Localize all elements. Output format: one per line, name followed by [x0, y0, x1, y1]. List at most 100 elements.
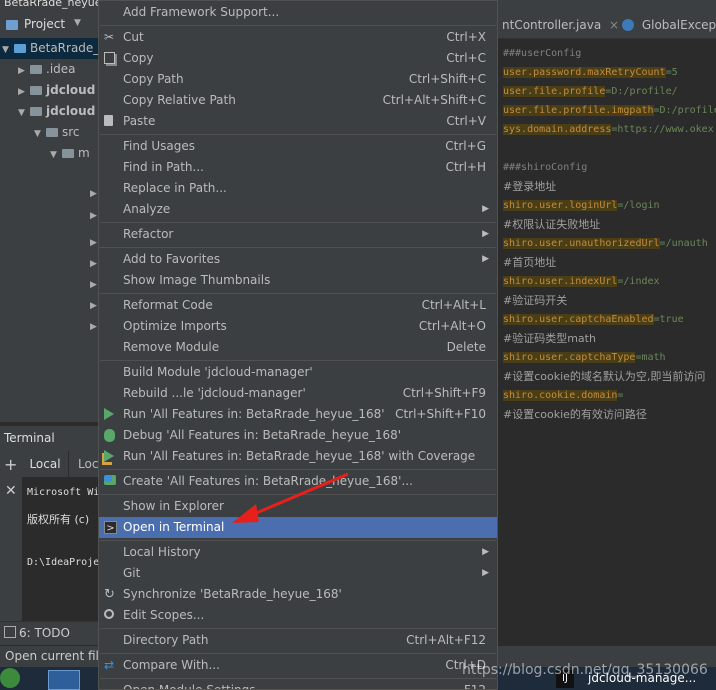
menu-item-find-in-path[interactable]: Find in Path... Ctrl+H	[99, 157, 497, 178]
menu-item-run-all-features-in-betarrade-heyue-168[interactable]: Run 'All Features in: BetaRrade_heyue_16…	[99, 404, 497, 425]
collapsed-arrow-icon[interactable]: ▶	[18, 82, 28, 103]
menu-item-remove-module[interactable]: Remove Module Delete	[99, 337, 497, 358]
menu-item-open-in-terminal[interactable]: > Open in Terminal	[99, 517, 497, 538]
menu-item-run-all-features-in-betarrade-heyue-168-[interactable]: Run 'All Features in: BetaRrade_heyue_16…	[99, 446, 497, 467]
menu-item-synchronize-betarrade-heyue-168[interactable]: ↻ Synchronize 'BetaRrade_heyue_168'	[99, 584, 497, 605]
code-line: sys.domain.address=https://www.okex.	[503, 120, 716, 139]
menu-separator	[100, 653, 496, 654]
tree-node[interactable]: ▼ jdcloud	[0, 101, 98, 122]
folder-icon	[30, 86, 42, 95]
code-line: user.file.profile.imgpath=D:/profile	[503, 101, 716, 120]
menu-separator	[100, 293, 496, 294]
menu-item-copy[interactable]: Copy Ctrl+C	[99, 48, 497, 69]
code-line: shiro.user.loginUrl=/login	[503, 196, 660, 215]
menu-item-show-image-thumbnails[interactable]: Show Image Thumbnails	[99, 270, 497, 291]
property-value: =	[617, 390, 624, 401]
code-line: #验证码开关	[503, 294, 568, 307]
menu-item-label: Local History	[123, 545, 201, 559]
menu-item-edit-scopes[interactable]: Edit Scopes...	[99, 605, 497, 626]
terminal-tab-local[interactable]: Local	[22, 451, 69, 477]
tree-node[interactable]: ▶ jdcloud	[0, 80, 98, 101]
menu-item-paste[interactable]: Paste Ctrl+V	[99, 111, 497, 132]
menu-item-add-framework-support[interactable]: Add Framework Support...	[99, 2, 497, 23]
menu-item-shortcut: Ctrl+V	[446, 114, 486, 128]
menu-item-show-in-explorer[interactable]: Show in Explorer	[99, 496, 497, 517]
collapsed-arrow-icon[interactable]: ▶	[18, 61, 28, 82]
menu-item-label: Show Image Thumbnails	[123, 273, 271, 287]
collapsed-arrow-icon[interactable]: ▶	[90, 238, 97, 248]
collapsed-arrow-icon[interactable]: ▶	[90, 211, 97, 221]
menu-item-reformat-code[interactable]: Reformat Code Ctrl+Alt+L	[99, 295, 497, 316]
editor-tab-label: GlobalExcep	[641, 18, 716, 32]
property-key: shiro.user.captchaEnabled	[503, 314, 654, 325]
project-icon	[6, 20, 18, 30]
menu-item-label: Rebuild ...le 'jdcloud-manager'	[123, 386, 306, 400]
create-config-icon	[104, 475, 116, 485]
menu-item-analyze[interactable]: Analyze ▶	[99, 199, 497, 220]
class-icon	[622, 19, 634, 31]
property-value: =https://www.okex.	[611, 124, 716, 135]
editor-tab-controller[interactable]: ntController.java ×	[502, 12, 619, 38]
watermark: https://blog.csdn.net/qq_35130066	[462, 662, 708, 678]
property-value: =/unauth	[659, 238, 708, 249]
menu-item-cut[interactable]: ✂ Cut Ctrl+X	[99, 27, 497, 48]
menu-item-copy-relative-path[interactable]: Copy Relative Path Ctrl+Alt+Shift+C	[99, 90, 497, 111]
code-editor[interactable]: ###userConfig user.password.maxRetryCount…	[498, 39, 716, 420]
folder-icon	[46, 128, 58, 137]
property-key: shiro.user.indexUrl	[503, 276, 618, 287]
chevron-down-icon[interactable]: ▼	[74, 18, 81, 28]
menu-item-copy-path[interactable]: Copy Path Ctrl+Shift+C	[99, 69, 497, 90]
menu-item-compare-with[interactable]: ⇄ Compare With... Ctrl+D	[99, 655, 497, 676]
expanded-arrow-icon[interactable]: ▼	[2, 40, 12, 61]
menu-item-directory-path[interactable]: Directory Path Ctrl+Alt+F12	[99, 630, 497, 651]
close-icon[interactable]: ×	[609, 18, 619, 32]
menu-item-optimize-imports[interactable]: Optimize Imports Ctrl+Alt+O	[99, 316, 497, 337]
code-line: #设置cookie的有效访问路径	[503, 408, 647, 420]
collapsed-arrow-icon[interactable]: ▶	[90, 322, 97, 332]
menu-item-rebuild-le-jdcloud-manager[interactable]: Rebuild ...le 'jdcloud-manager' Ctrl+Shif…	[99, 383, 497, 404]
taskbar-app-icon[interactable]	[48, 670, 80, 690]
tree-node[interactable]: ▼ BetaRrade_	[0, 38, 99, 61]
menu-item-find-usages[interactable]: Find Usages Ctrl+G	[99, 136, 497, 157]
menu-item-build-module-jdcloud-manager[interactable]: Build Module 'jdcloud-manager'	[99, 362, 497, 383]
menu-item-add-to-favorites[interactable]: Add to Favorites ▶	[99, 249, 497, 270]
menu-item-replace-in-path[interactable]: Replace in Path...	[99, 178, 497, 199]
collapsed-arrow-icon[interactable]: ▶	[90, 259, 97, 269]
project-panel-header[interactable]: Project ▼	[0, 12, 98, 39]
menu-item-git[interactable]: Git ▶	[99, 563, 497, 584]
tree-node[interactable]: ▼ m	[0, 143, 98, 164]
expanded-arrow-icon[interactable]: ▼	[34, 124, 44, 145]
collapsed-arrow-icon[interactable]: ▶	[90, 301, 97, 311]
add-terminal-icon[interactable]: +	[4, 455, 17, 474]
collapsed-arrow-icon[interactable]: ▶	[90, 189, 97, 199]
code-line: shiro.cookie.domain=	[503, 386, 623, 405]
tree-node[interactable]: ▶ .idea	[0, 59, 98, 80]
menu-item-refactor[interactable]: Refactor ▶	[99, 224, 497, 245]
menu-item-local-history[interactable]: Local History ▶	[99, 542, 497, 563]
todo-tab-label: 6: TODO	[19, 626, 70, 640]
menu-item-create-all-features-in-betarrade-heyue-1[interactable]: Create 'All Features in: BetaRrade_heyue…	[99, 471, 497, 492]
menu-item-label: Add to Favorites	[123, 252, 221, 266]
todo-tab[interactable]: 6: TODO	[4, 626, 70, 640]
terminal-output[interactable]: Microsoft Wi 版权所有 (c) D:\IdeaProje	[22, 477, 98, 621]
tree-node[interactable]: ▼ src	[0, 122, 98, 143]
property-value: =/login	[617, 200, 660, 211]
compare-icon: ⇄	[104, 658, 115, 672]
menu-separator	[100, 469, 496, 470]
terminal-tab-local-2[interactable]: Loc	[78, 451, 98, 477]
menu-item-open-module-settings[interactable]: Open Module Settings F12	[99, 680, 497, 689]
context-menu: Add Framework Support... ✂ Cut Ctrl+X Copy Ct…	[98, 0, 498, 690]
property-key: user.file.profile	[503, 86, 606, 97]
close-terminal-icon[interactable]: ✕	[5, 483, 17, 499]
expanded-arrow-icon[interactable]: ▼	[50, 145, 60, 166]
start-orb-icon[interactable]	[0, 668, 20, 688]
menu-item-debug-all-features-in-betarrade-heyue-16[interactable]: Debug 'All Features in: BetaRrade_heyue_…	[99, 425, 497, 446]
expanded-arrow-icon[interactable]: ▼	[18, 103, 28, 124]
paste-icon	[104, 115, 113, 126]
collapsed-arrow-icon[interactable]: ▶	[90, 280, 97, 290]
copy-icon	[104, 52, 115, 64]
menu-separator	[100, 494, 496, 495]
menu-item-label: Build Module 'jdcloud-manager'	[123, 365, 313, 379]
editor-tab-globalexception[interactable]: GlobalExcep	[622, 12, 716, 38]
menu-item-shortcut: Ctrl+C	[446, 51, 486, 65]
